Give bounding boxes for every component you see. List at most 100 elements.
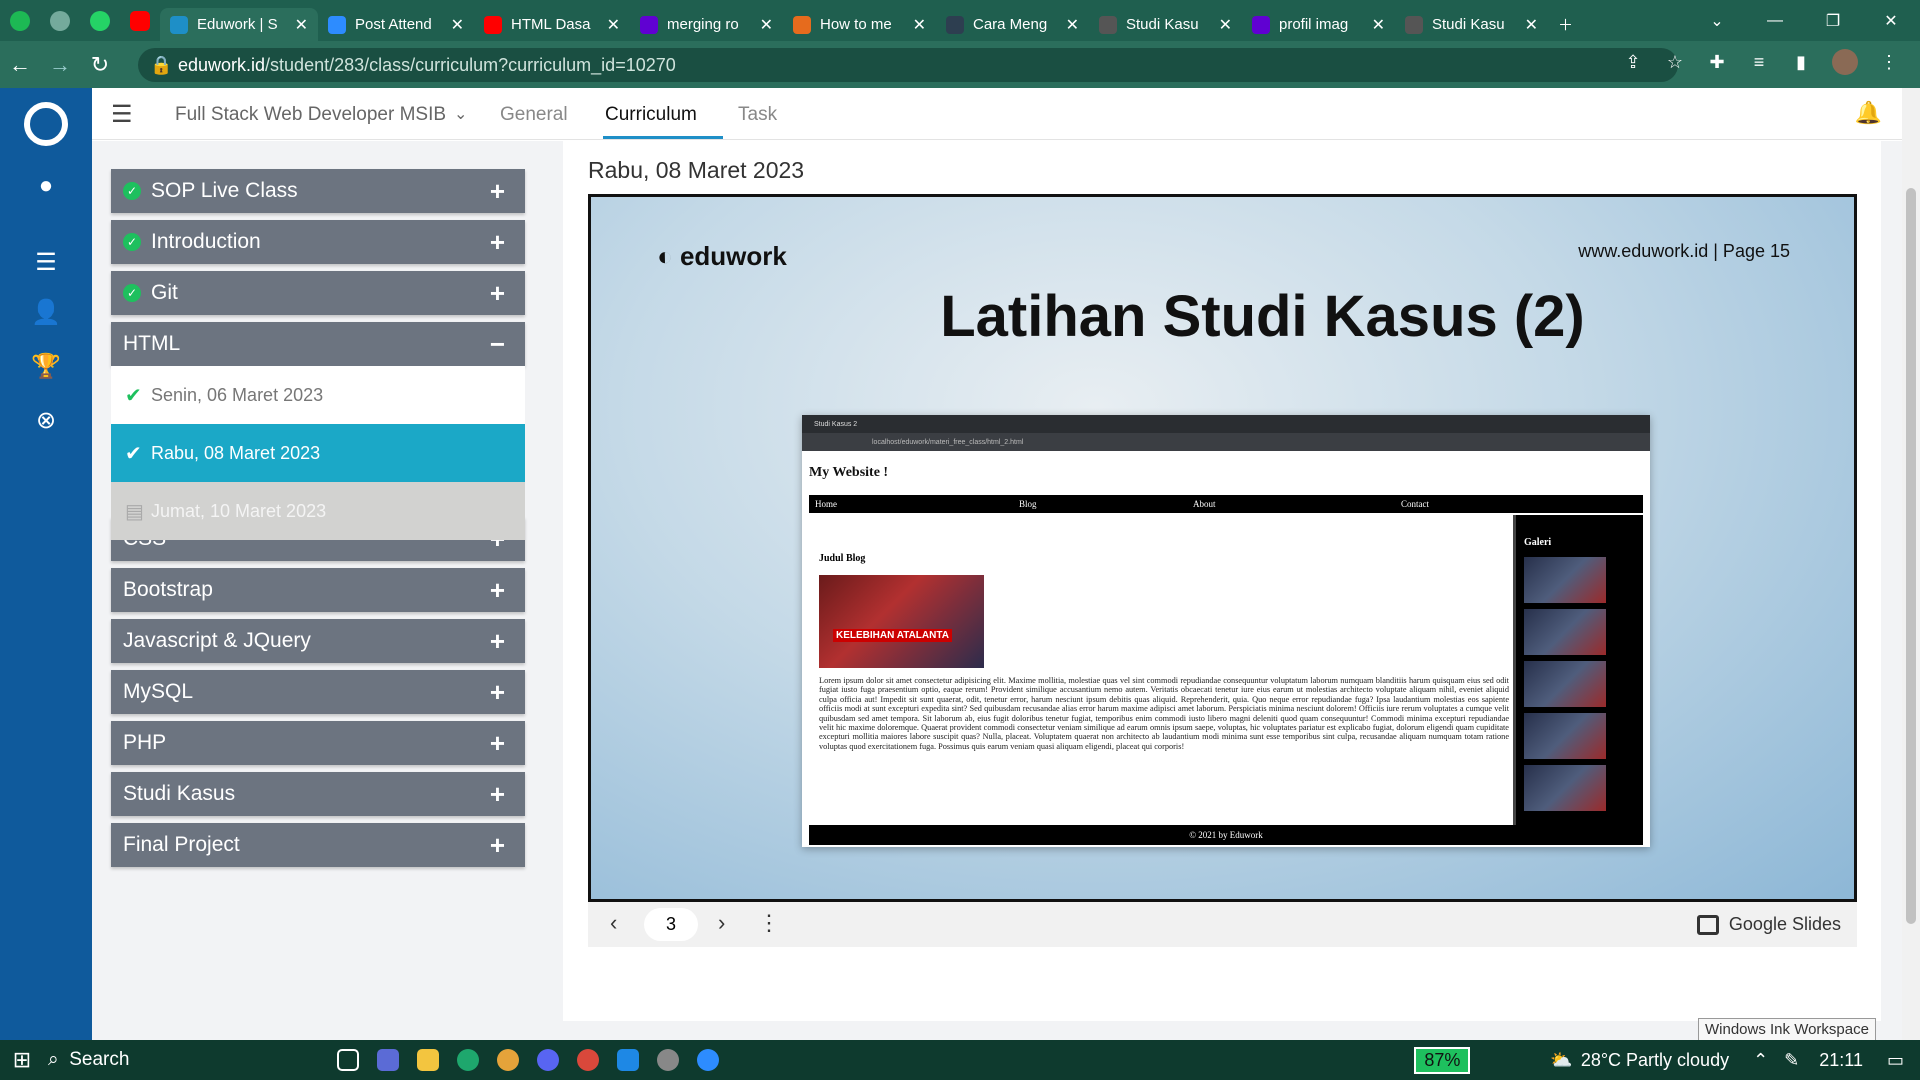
restore-button[interactable]: ❐ [1804, 0, 1862, 41]
accordion-section[interactable]: ✓ Introduction + [111, 220, 525, 264]
browser-tab[interactable]: Cara Meng ✕ [936, 8, 1089, 41]
course-selector[interactable]: Full Stack Web Developer MSIB [175, 104, 446, 126]
github-icon[interactable] [648, 1040, 688, 1080]
accordion-section[interactable]: PHP + [111, 721, 525, 765]
page-number[interactable]: 3 [644, 908, 698, 941]
vscode-icon[interactable] [608, 1040, 648, 1080]
accordion-section[interactable]: MySQL + [111, 670, 525, 714]
close-tab-icon[interactable]: ✕ [451, 15, 464, 35]
extensions-icon[interactable]: ✚ [1706, 52, 1728, 73]
tab-task[interactable]: Task [738, 104, 777, 126]
reload-button[interactable]: ↻ [80, 52, 120, 78]
chevron-up-icon[interactable]: ⌃ [1753, 1050, 1768, 1071]
notification-bell-icon[interactable]: 🔔 [1855, 100, 1882, 126]
more-options-icon[interactable]: ⋮ [758, 910, 780, 936]
minimize-button[interactable]: — [1746, 0, 1804, 41]
notifications-icon[interactable]: ▭ [1887, 1050, 1904, 1071]
clock[interactable]: 21:11 [1819, 1050, 1863, 1071]
accordion-section[interactable]: ✓ SOP Live Class + [111, 169, 525, 213]
globe-icon[interactable]: ● [0, 172, 92, 200]
file-explorer-icon[interactable] [408, 1040, 448, 1080]
zoom-icon[interactable] [688, 1040, 728, 1080]
next-slide-button[interactable]: › [718, 910, 725, 936]
browser-tab[interactable]: merging ro ✕ [630, 8, 783, 41]
new-tab-button[interactable]: ＋ [1548, 8, 1588, 41]
taskbar-search[interactable]: ⌕ Search [48, 1040, 288, 1080]
browser-tab[interactable]: profil imag ✕ [1242, 8, 1395, 41]
plus-icon[interactable]: + [490, 575, 505, 606]
media-icon[interactable]: ≡ [1748, 52, 1770, 73]
app-icon[interactable] [368, 1040, 408, 1080]
accordion-section[interactable]: HTML − [111, 322, 525, 366]
profile-avatar[interactable] [1832, 49, 1858, 75]
close-tab-icon[interactable]: ✕ [1525, 15, 1538, 35]
browser-tab[interactable]: Post Attend ✕ [318, 8, 474, 41]
plus-icon[interactable]: + [490, 677, 505, 708]
share-icon[interactable]: ⇪ [1622, 52, 1644, 73]
back-button[interactable]: ← [0, 52, 40, 78]
url-input[interactable]: 🔒 eduwork.id/student/283/class/curriculu… [138, 48, 1678, 82]
pinned-tab-youtube[interactable] [120, 10, 160, 31]
forward-button[interactable]: → [40, 52, 80, 78]
bookmark-star-icon[interactable]: ☆ [1664, 52, 1686, 73]
start-button[interactable]: ⊞ [0, 1047, 44, 1073]
accordion-section[interactable]: Final Project + [111, 823, 525, 867]
discord-icon[interactable] [528, 1040, 568, 1080]
plus-icon[interactable]: + [490, 728, 505, 759]
close-circle-icon[interactable]: ⊗ [0, 406, 92, 435]
tab-search-icon[interactable]: ⌄ [1688, 0, 1746, 41]
close-tab-icon[interactable]: ✕ [1066, 15, 1079, 35]
scrollbar-thumb[interactable] [1906, 188, 1916, 924]
eduwork-logo[interactable] [24, 102, 68, 146]
browser-tab[interactable]: Studi Kasu ✕ [1089, 8, 1242, 41]
plus-icon[interactable]: + [490, 830, 505, 861]
browser-tab[interactable]: Studi Kasu ✕ [1395, 8, 1548, 41]
task-view-icon[interactable] [328, 1040, 368, 1080]
close-tab-icon[interactable]: ✕ [1219, 15, 1232, 35]
plus-icon[interactable]: + [490, 227, 505, 258]
plus-icon[interactable]: + [490, 176, 505, 207]
lesson-item[interactable]: ✔ Rabu, 08 Maret 2023 [111, 424, 525, 482]
weather-text[interactable]: 28°C Partly cloudy [1581, 1050, 1729, 1071]
battery-indicator[interactable]: 87% [1414, 1046, 1471, 1074]
edge-icon[interactable] [448, 1040, 488, 1080]
plus-icon[interactable]: + [490, 278, 505, 309]
browser-tab[interactable]: How to me ✕ [783, 8, 936, 41]
hamburger-menu-icon[interactable]: ☰ [111, 100, 133, 129]
menu-icon[interactable]: ⋮ [1878, 52, 1900, 73]
page-scrollbar[interactable] [1902, 88, 1920, 1040]
close-window-button[interactable]: ✕ [1862, 0, 1920, 41]
pinned-tab-chatgpt[interactable] [40, 10, 80, 31]
google-slides-link[interactable]: Google Slides [1696, 914, 1841, 935]
plus-icon[interactable]: + [490, 626, 505, 657]
chrome-icon[interactable] [488, 1040, 528, 1080]
accordion-section[interactable]: Bootstrap + [111, 568, 525, 612]
close-tab-icon[interactable]: ✕ [1372, 15, 1385, 35]
tab-general[interactable]: General [500, 104, 568, 126]
plus-icon[interactable]: + [490, 779, 505, 810]
chevron-down-icon[interactable]: ⌄ [454, 104, 467, 124]
accordion-section[interactable]: ✓ Git + [111, 271, 525, 315]
prev-slide-button[interactable]: ‹ [610, 910, 617, 936]
accordion-label: PHP [123, 731, 167, 754]
accordion-section[interactable]: Studi Kasus + [111, 772, 525, 816]
browser-tab[interactable]: Eduwork | S ✕ [160, 8, 318, 41]
lesson-item[interactable]: ✔ Senin, 06 Maret 2023 [111, 366, 525, 424]
trophy-icon[interactable]: 🏆 [0, 352, 92, 381]
side-panel-icon[interactable]: ▮ [1790, 52, 1812, 73]
close-tab-icon[interactable]: ✕ [295, 15, 308, 35]
chrome-active-icon[interactable] [568, 1040, 608, 1080]
pen-icon[interactable]: ✎ [1784, 1050, 1799, 1071]
pinned-tab-spotify[interactable] [0, 10, 40, 31]
browser-tab[interactable]: HTML Dasa ✕ [474, 8, 630, 41]
minus-icon[interactable]: − [490, 329, 505, 360]
close-tab-icon[interactable]: ✕ [913, 15, 926, 35]
pinned-tab-whatsapp[interactable] [80, 10, 120, 31]
user-icon[interactable]: 👤 [0, 298, 92, 327]
tab-curriculum[interactable]: Curriculum [605, 104, 697, 126]
list-icon[interactable]: ☰ [0, 248, 92, 277]
close-tab-icon[interactable]: ✕ [607, 15, 620, 35]
lesson-item[interactable]: ▤ Jumat, 10 Maret 2023 [111, 482, 525, 540]
accordion-section[interactable]: Javascript & JQuery + [111, 619, 525, 663]
close-tab-icon[interactable]: ✕ [760, 15, 773, 35]
